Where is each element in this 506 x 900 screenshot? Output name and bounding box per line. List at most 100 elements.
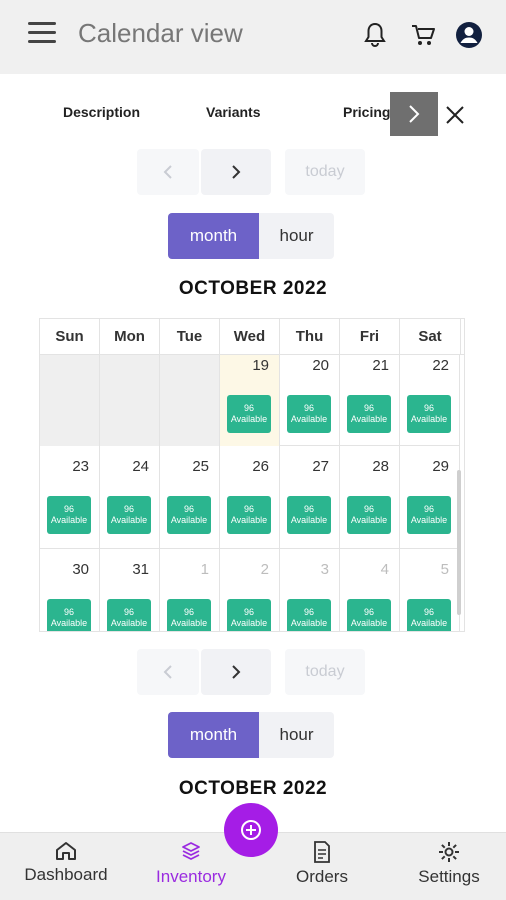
- add-fab-button[interactable]: [224, 803, 278, 857]
- day-number: 2: [260, 561, 269, 578]
- weekday-label: Fri: [340, 319, 400, 354]
- calendar-month-title: OCTOBER 2022: [178, 278, 328, 299]
- tabs-next-button[interactable]: [390, 92, 438, 136]
- calendar-day-empty: [40, 343, 100, 446]
- cart-icon[interactable]: [407, 19, 439, 51]
- calendar-grid: Sun Mon Tue Wed Thu Fri Sat 19 96 Availab…: [39, 318, 465, 632]
- today-button[interactable]: today: [285, 649, 365, 695]
- gear-icon: [439, 842, 459, 862]
- next-button[interactable]: [201, 149, 271, 195]
- weekday-label: Sat: [400, 319, 461, 354]
- next-button[interactable]: [201, 649, 271, 695]
- chevron-right-icon: [409, 105, 420, 123]
- day-number: 5: [440, 561, 449, 578]
- day-number: 29: [432, 458, 449, 475]
- availability-chip[interactable]: 96 Available: [47, 496, 91, 534]
- app-bar: Calendar view: [0, 0, 506, 74]
- day-number: 22: [432, 357, 449, 374]
- day-number: 24: [132, 458, 149, 475]
- calendar-day[interactable]: 1 96 Available: [160, 549, 220, 631]
- weekday-header: Sun Mon Tue Wed Thu Fri Sat: [40, 319, 464, 355]
- calendar-day[interactable]: 3 96 Available: [280, 549, 340, 631]
- today-button[interactable]: today: [285, 149, 365, 195]
- availability-chip[interactable]: 96 Available: [227, 496, 271, 534]
- day-number: 31: [132, 561, 149, 578]
- calendar-scrollbar[interactable]: [457, 470, 461, 615]
- view-toggle: month hour: [168, 213, 334, 259]
- availability-chip[interactable]: 96 Available: [287, 496, 331, 534]
- nav-label: Inventory: [156, 867, 226, 886]
- nav-inventory[interactable]: Inventory: [146, 833, 236, 900]
- close-icon: [446, 106, 464, 124]
- availability-chip[interactable]: 96 Available: [227, 395, 271, 433]
- document-icon: [314, 841, 330, 863]
- plus-circle-icon: [241, 820, 261, 840]
- month-view-button[interactable]: month: [168, 712, 259, 758]
- day-number: 23: [72, 458, 89, 475]
- availability-chip[interactable]: 96 Available: [287, 599, 331, 631]
- nav-label: Orders: [296, 867, 348, 886]
- calendar-day[interactable]: 21 96 Available: [340, 343, 400, 446]
- prev-button[interactable]: [137, 649, 199, 695]
- calendar-day[interactable]: 19 96 Available: [220, 343, 280, 446]
- tab-description[interactable]: Description: [63, 104, 140, 120]
- close-button[interactable]: [440, 98, 470, 132]
- day-number: 26: [252, 458, 269, 475]
- availability-chip[interactable]: 96 Available: [227, 599, 271, 631]
- calendar-day[interactable]: 23 96 Available: [40, 446, 100, 549]
- weekday-label: Thu: [280, 319, 340, 354]
- weekday-label: Wed: [220, 319, 280, 354]
- chevron-left-icon: [163, 165, 172, 179]
- hour-view-button[interactable]: hour: [259, 712, 334, 758]
- hour-view-button[interactable]: hour: [259, 213, 334, 259]
- availability-chip[interactable]: 96 Available: [347, 496, 391, 534]
- availability-chip[interactable]: 96 Available: [47, 599, 91, 631]
- prev-button[interactable]: [137, 149, 199, 195]
- day-number: 21: [372, 357, 389, 374]
- availability-chip[interactable]: 96 Available: [407, 496, 451, 534]
- page-title: Calendar view: [78, 18, 243, 48]
- calendar-day[interactable]: 30 96 Available: [40, 549, 100, 631]
- tab-variants[interactable]: Variants: [206, 104, 260, 120]
- availability-chip[interactable]: 96 Available: [107, 599, 151, 631]
- calendar-week: 19 96 Available 20 96 Available 21 96 Avail…: [40, 343, 460, 446]
- availability-chip[interactable]: 96 Available: [287, 395, 331, 433]
- day-number: 20: [312, 357, 329, 374]
- calendar-day[interactable]: 31 96 Available: [100, 549, 160, 631]
- tab-pricing[interactable]: Pricing: [343, 104, 390, 120]
- calendar-week: 30 96 Available 31 96 Available 1 96 Available…: [40, 549, 460, 631]
- account-avatar-icon[interactable]: [453, 19, 485, 51]
- weekday-label: Mon: [100, 319, 160, 354]
- availability-chip[interactable]: 96 Available: [347, 599, 391, 631]
- calendar-day[interactable]: 20 96 Available: [280, 343, 340, 446]
- stack-icon: [182, 842, 200, 860]
- availability-chip[interactable]: 96 Available: [167, 599, 211, 631]
- calendar-day[interactable]: 22 96 Available: [400, 343, 460, 446]
- calendar-day[interactable]: 26 96 Available: [220, 446, 280, 549]
- availability-chip[interactable]: 96 Available: [167, 496, 211, 534]
- calendar-day[interactable]: 27 96 Available: [280, 446, 340, 549]
- nav-settings[interactable]: Settings: [408, 833, 490, 900]
- month-view-button[interactable]: month: [168, 213, 259, 259]
- availability-chip[interactable]: 96 Available: [407, 599, 451, 631]
- chevron-right-icon: [232, 665, 241, 679]
- calendar-day[interactable]: 2 96 Available: [220, 549, 280, 631]
- calendar-day[interactable]: 28 96 Available: [340, 446, 400, 549]
- calendar-day[interactable]: 29 96 Available: [400, 446, 460, 549]
- availability-chip[interactable]: 96 Available: [407, 395, 451, 433]
- calendar-day[interactable]: 5 96 Available: [400, 549, 460, 631]
- calendar-day[interactable]: 4 96 Available: [340, 549, 400, 631]
- day-number: 19: [252, 357, 269, 374]
- hamburger-menu-icon[interactable]: [28, 22, 56, 46]
- nav-orders[interactable]: Orders: [282, 833, 362, 900]
- availability-chip[interactable]: 96 Available: [347, 395, 391, 433]
- bell-icon[interactable]: [359, 19, 391, 51]
- calendar-day[interactable]: 25 96 Available: [160, 446, 220, 549]
- nav-dashboard[interactable]: Dashboard: [18, 833, 114, 900]
- day-number: 30: [72, 561, 89, 578]
- home-icon: [56, 842, 76, 860]
- day-number: 28: [372, 458, 389, 475]
- availability-chip[interactable]: 96 Available: [107, 496, 151, 534]
- day-number: 4: [380, 561, 389, 578]
- calendar-day[interactable]: 24 96 Available: [100, 446, 160, 549]
